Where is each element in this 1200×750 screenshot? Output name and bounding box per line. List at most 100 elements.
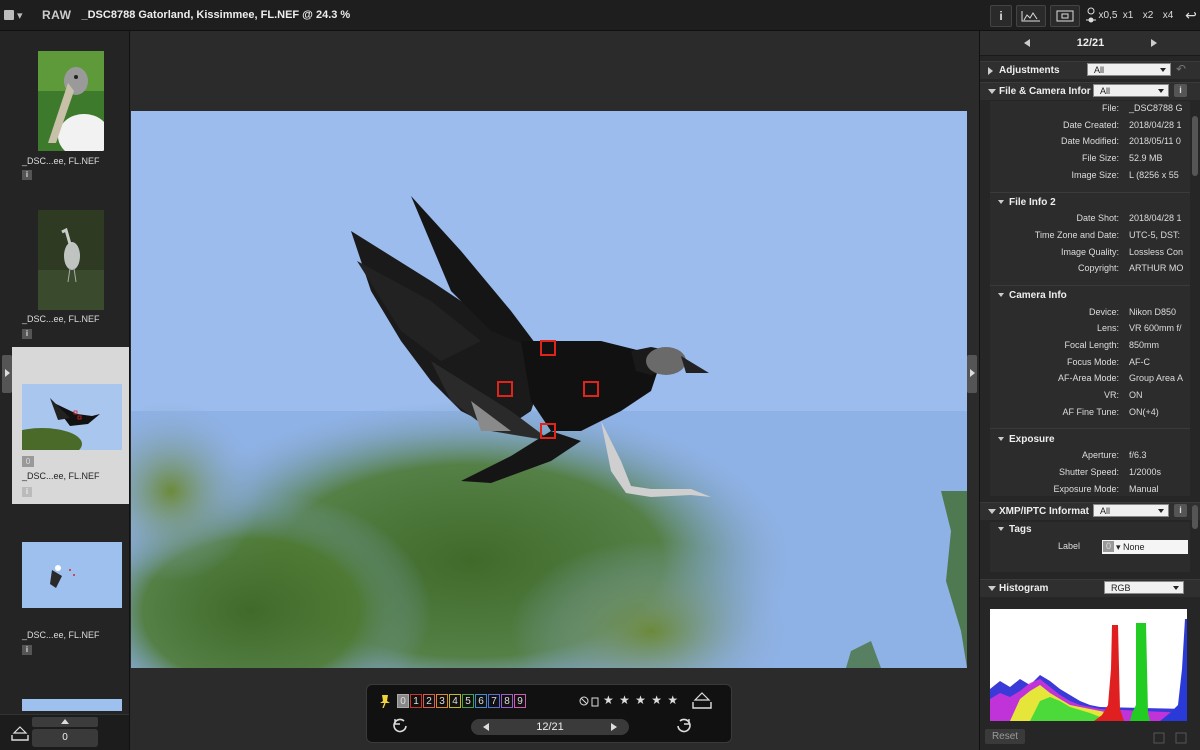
right-panel-toggle[interactable] (967, 355, 977, 393)
label-select[interactable]: 0 ▾ None (1102, 540, 1188, 554)
filmstrip-item-name: _DSC...ee, FL.NEF (22, 471, 100, 481)
camera-info-header[interactable]: Camera Info (998, 290, 1067, 301)
raw-mode-label: RAW (42, 8, 72, 22)
label-6[interactable]: 6 (475, 694, 487, 708)
filmstrip-item-name: _DSC...ee, FL.NEF (22, 156, 100, 166)
info-icon[interactable]: i (1174, 84, 1187, 97)
tags-header[interactable]: Tags (998, 524, 1032, 535)
label-8[interactable]: 8 (501, 694, 513, 708)
reject-trash-icon[interactable] (579, 695, 601, 707)
adjustments-filter[interactable]: All (1087, 63, 1171, 76)
label-3[interactable]: 3 (436, 694, 448, 708)
info-row: Exposure Mode: Manual (1053, 484, 1159, 494)
window-title: _DSC8788 Gatorland, Kissimmee, FL.NEF @ … (81, 9, 351, 21)
label-value: None (1123, 542, 1145, 552)
histogram-title: Histogram (999, 583, 1049, 594)
chevron-down-icon (988, 586, 996, 591)
chevron-right-icon (988, 67, 993, 75)
info-icon[interactable]: i (22, 645, 32, 655)
info-icon[interactable]: i (22, 487, 32, 497)
chevron-down-icon (988, 89, 996, 94)
info-row: Lens: VR 600mm f/ (1096, 323, 1182, 333)
thumbnail-partial[interactable] (22, 699, 122, 711)
rotate-left-icon[interactable] (391, 717, 409, 735)
info-icon[interactable]: i (1174, 504, 1187, 517)
image-pager: 12/21 (471, 719, 629, 735)
zoom-level-2[interactable]: x2 (1138, 10, 1158, 21)
file-camera-info: File: _DSC8788 G Date Created: 2018/04/28 … (990, 101, 1190, 496)
filmstrip-item[interactable]: _DSC...ee, FL.NEF i (12, 43, 129, 193)
info-row: Time Zone and Date: UTC-5, DST: (1034, 230, 1181, 240)
tray-icon[interactable] (691, 691, 713, 709)
info-row: Copyright: ARTHUR MO (1077, 263, 1184, 273)
rating-label-toolbar: 0 1 2 3 4 5 6 7 8 9 ★ ★ ★ ★ ★ 12/21 (366, 684, 732, 743)
page-indicator: 12/21 (536, 721, 564, 733)
focus-point-icon (1056, 10, 1074, 21)
label-9[interactable]: 9 (514, 694, 526, 708)
label-0[interactable]: 0 (397, 694, 409, 708)
save-icons[interactable] (1152, 731, 1192, 745)
thumbnail-heron (38, 210, 104, 310)
thumbnail-vulture (22, 384, 122, 450)
zoom-level-1[interactable]: x1 (1118, 10, 1138, 21)
label-2[interactable]: 2 (423, 694, 435, 708)
info-row: Focus Mode: AF-C (1066, 357, 1150, 367)
undo-icon[interactable]: ↶ (1176, 62, 1186, 76)
label-4[interactable]: 4 (449, 694, 461, 708)
star-rating[interactable]: ★ ★ ★ ★ ★ (603, 693, 679, 707)
zoom-controls: x0,5 x1 x2 x4 (1084, 6, 1178, 26)
label-1[interactable]: 1 (410, 694, 422, 708)
panel-previous-button[interactable] (1024, 39, 1030, 47)
filmstrip-item-name: _DSC...ee, FL.NEF (22, 314, 100, 324)
file-info-2-header[interactable]: File Info 2 (998, 197, 1056, 208)
file-camera-title: File & Camera Infor (999, 86, 1091, 97)
filmstrip-item[interactable]: _DSC...ee, FL.NEF i (12, 519, 129, 669)
previous-image-button[interactable] (483, 723, 489, 731)
view-menu-button[interactable]: ▾ (4, 5, 34, 25)
info-icon[interactable]: i (22, 170, 32, 180)
xmp-scrollbar[interactable] (1192, 505, 1198, 529)
info-icon: i (999, 8, 1003, 23)
thumbnail-eagle (22, 542, 122, 608)
focus-point-button[interactable] (1050, 4, 1080, 27)
info-row: Date Modified: 2018/05/11 0 (1060, 136, 1181, 146)
histogram-toggle-button[interactable] (1016, 4, 1046, 27)
label-5[interactable]: 5 (462, 694, 474, 708)
image-viewer (131, 31, 979, 750)
info-row: Aperture: f/6.3 (1081, 450, 1147, 460)
panel-next-button[interactable] (1151, 39, 1157, 47)
info-icon[interactable]: i (22, 329, 32, 339)
filmstrip-item[interactable]: _DSC...ee, FL.NEF i (12, 201, 129, 351)
histogram-channel-select[interactable]: RGB (1104, 581, 1184, 594)
info-button[interactable]: i (990, 4, 1012, 27)
exposure-header[interactable]: Exposure (998, 434, 1055, 445)
zoom-level-3[interactable]: x4 (1158, 10, 1178, 21)
info-row: Date Shot: 2018/04/28 1 (1076, 213, 1182, 223)
filmstrip-item-selected[interactable]: 0 _DSC...ee, FL.NEF i (12, 347, 129, 504)
next-image-button[interactable] (611, 723, 617, 731)
reset-button[interactable]: Reset (985, 729, 1025, 744)
info-row: Image Quality: Lossless Con (1060, 247, 1184, 257)
zoom-slider-icon[interactable] (1084, 6, 1098, 26)
info-row: Image Size: L (8256 x 55 (1071, 170, 1179, 180)
main-photo[interactable] (131, 111, 967, 668)
info-scrollbar[interactable] (1192, 116, 1198, 176)
info-row: AF Fine Tune: ON(+4) (1062, 407, 1159, 417)
thumbnail-stork (38, 51, 104, 151)
info-row: File Size: 52.9 MB (1081, 153, 1163, 163)
back-arrow-icon[interactable]: ↩ (1182, 7, 1200, 24)
xmp-filter[interactable]: All (1093, 504, 1169, 517)
filmstrip-footer: 0 (0, 714, 129, 750)
chevron-down-icon: ▾ (17, 9, 23, 22)
tray-icon[interactable] (10, 725, 30, 741)
left-panel-toggle[interactable] (2, 355, 12, 393)
grid-icon (4, 10, 14, 20)
info-row: Date Created: 2018/04/28 1 (1062, 120, 1182, 130)
filmstrip-expand-button[interactable] (32, 717, 98, 727)
rotate-right-icon[interactable] (675, 717, 693, 735)
file-camera-filter[interactable]: All (1093, 84, 1169, 97)
pin-icon[interactable] (379, 694, 391, 708)
label-7[interactable]: 7 (488, 694, 500, 708)
zoom-level-0[interactable]: x0,5 (1098, 10, 1118, 21)
label-number: 0 (1103, 541, 1114, 552)
